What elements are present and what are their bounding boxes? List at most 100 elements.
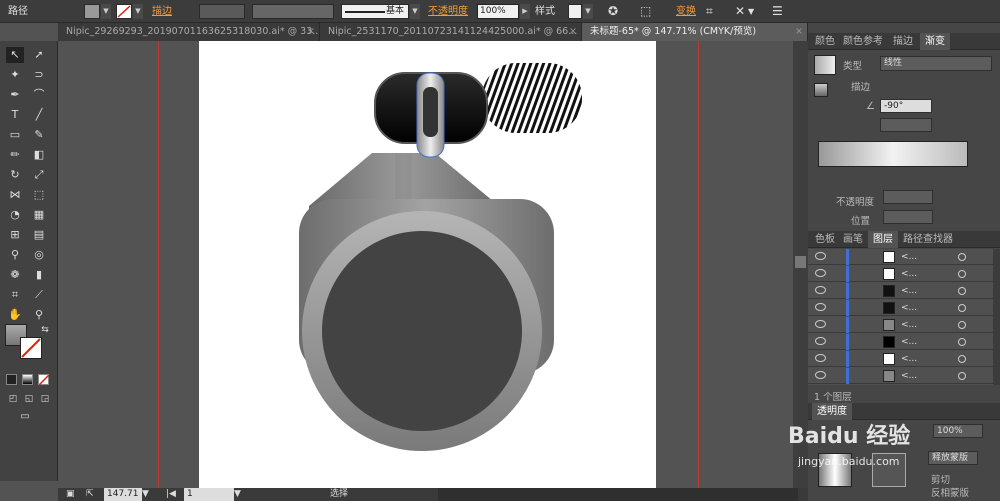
- eye-icon[interactable]: [815, 303, 826, 311]
- layer-row[interactable]: <...: [808, 266, 993, 282]
- first-artboard-icon[interactable]: |◀: [166, 488, 176, 501]
- aspect-ratio-input[interactable]: [880, 118, 932, 132]
- horizontal-scrollbar[interactable]: [438, 488, 798, 501]
- eye-icon[interactable]: [815, 252, 826, 260]
- layer-row[interactable]: <...: [808, 283, 993, 299]
- pen-tool-icon[interactable]: ✒: [6, 87, 24, 103]
- target-icon[interactable]: [958, 372, 966, 380]
- inner-face[interactable]: [322, 231, 522, 431]
- paintbrush-tool-icon[interactable]: ✎: [30, 127, 48, 143]
- rotate-tool-icon[interactable]: ↻: [6, 167, 24, 183]
- swap-fill-stroke-icon[interactable]: ⇆: [36, 322, 54, 338]
- opacity-label[interactable]: 不透明度: [428, 4, 468, 19]
- tab-pathfinder[interactable]: 路径查找器: [898, 231, 958, 248]
- direct-selection-tool-icon[interactable]: ➚: [30, 47, 48, 63]
- blend-tool-icon[interactable]: ◎: [30, 247, 48, 263]
- style-dropdown[interactable]: ▼: [583, 4, 593, 19]
- close-icon[interactable]: ×: [569, 23, 577, 41]
- gradient-preview-swatch[interactable]: [814, 55, 836, 75]
- slice-tool-icon[interactable]: ⟋: [30, 287, 48, 303]
- fill-swatch[interactable]: [84, 4, 100, 19]
- stroke-none-swatch[interactable]: [116, 4, 132, 19]
- tab-stroke[interactable]: 描边: [888, 33, 918, 50]
- layer-row[interactable]: <...: [808, 300, 993, 316]
- grill-shape[interactable]: [482, 63, 582, 133]
- target-icon[interactable]: [958, 338, 966, 346]
- target-icon[interactable]: [958, 253, 966, 261]
- magic-wand-tool-icon[interactable]: ✦: [6, 67, 24, 83]
- layer-row[interactable]: <...: [808, 368, 993, 384]
- export-icon[interactable]: ⇱: [86, 488, 94, 501]
- gradient-opacity-input[interactable]: [883, 190, 933, 204]
- tab-brushes[interactable]: 画笔: [838, 231, 868, 248]
- tab-color-guide[interactable]: 颜色参考: [838, 33, 888, 50]
- curvature-tool-icon[interactable]: ⌒: [30, 87, 48, 103]
- close-icon[interactable]: ×: [795, 23, 803, 41]
- pencil-tool-icon[interactable]: ✏: [6, 147, 24, 163]
- doc-tab-1[interactable]: Nipic_29269293_20190701163625318030.ai* …: [58, 23, 320, 41]
- tab-layers[interactable]: 图层: [868, 231, 898, 248]
- target-icon[interactable]: [958, 270, 966, 278]
- type-tool-icon[interactable]: T: [6, 107, 24, 123]
- stroke-dropdown[interactable]: ▼: [133, 4, 143, 19]
- rectangle-tool-icon[interactable]: ▭: [6, 127, 24, 143]
- doc-tab-2[interactable]: Nipic_2531170_20110723141124425000.ai* @…: [320, 23, 582, 41]
- eye-icon[interactable]: [815, 286, 826, 294]
- lasso-tool-icon[interactable]: ⊃: [30, 67, 48, 83]
- release-mask-button[interactable]: 释放蒙版: [928, 451, 978, 465]
- gradient-fill-box[interactable]: [814, 83, 828, 97]
- brush-dropdown[interactable]: ▼: [410, 4, 420, 19]
- scale-tool-icon[interactable]: ⤢: [30, 167, 48, 183]
- tab-gradient[interactable]: 渐变: [920, 33, 950, 50]
- options-dropdown-icon[interactable]: ▼: [748, 4, 754, 19]
- transparency-opacity-input[interactable]: 100%: [933, 424, 983, 438]
- none-mode-button[interactable]: [38, 374, 50, 386]
- eye-icon[interactable]: [815, 320, 826, 328]
- artboard-dropdown-icon[interactable]: ▼: [234, 488, 241, 501]
- opacity-input[interactable]: 100%: [477, 4, 519, 19]
- isolate-icon[interactable]: ⌗: [706, 4, 713, 19]
- layer-row[interactable]: <...: [808, 334, 993, 350]
- stroke-weight-input[interactable]: [199, 4, 245, 19]
- recolor-icon[interactable]: ✪: [608, 4, 618, 19]
- panel-menu-icon[interactable]: ☰: [772, 4, 783, 19]
- gradient-tool-icon[interactable]: ▤: [30, 227, 48, 243]
- artboard-number-input[interactable]: 1: [184, 488, 234, 501]
- eye-icon[interactable]: [815, 269, 826, 277]
- layer-row[interactable]: <...: [808, 351, 993, 367]
- layer-row[interactable]: <...: [808, 317, 993, 333]
- zoom-tool-icon[interactable]: ⚲: [30, 307, 48, 323]
- fill-dropdown[interactable]: ▼: [101, 4, 111, 19]
- perspective-grid-tool-icon[interactable]: ▦: [30, 207, 48, 223]
- selection-tool-icon[interactable]: ↖: [6, 47, 24, 63]
- artboard-tool-icon[interactable]: ⌗: [6, 287, 24, 303]
- draw-inside-icon[interactable]: ◲: [36, 391, 54, 407]
- free-transform-tool-icon[interactable]: ⬚: [30, 187, 48, 203]
- align-icon[interactable]: ⬚: [640, 4, 651, 19]
- color-mode-button[interactable]: [6, 374, 17, 385]
- target-icon[interactable]: [958, 287, 966, 295]
- stroke-label[interactable]: 描边: [152, 4, 172, 19]
- shape-builder-tool-icon[interactable]: ◔: [6, 207, 24, 223]
- symbol-sprayer-tool-icon[interactable]: ❁: [6, 267, 24, 283]
- eye-icon[interactable]: [815, 337, 826, 345]
- brush-definition-select[interactable]: 基本: [341, 4, 409, 19]
- gradient-type-select[interactable]: 线性: [880, 56, 992, 71]
- line-tool-icon[interactable]: ╱: [30, 107, 48, 123]
- gradient-mode-button[interactable]: [22, 374, 33, 385]
- layer-row[interactable]: <...: [808, 249, 993, 265]
- artboard-nav-icon[interactable]: ▣: [66, 488, 75, 501]
- close-icon[interactable]: ×: [307, 23, 315, 41]
- tab-color[interactable]: 颜色: [810, 33, 840, 50]
- options-icon[interactable]: ✕: [735, 4, 745, 19]
- artboard[interactable]: [199, 41, 656, 488]
- angle-input[interactable]: -90°: [880, 99, 932, 113]
- tab-swatches[interactable]: 色板: [810, 231, 840, 248]
- scrollbar-thumb[interactable]: [795, 256, 806, 268]
- doc-tab-3[interactable]: 未标题-65* @ 147.71% (CMYK/预览) ×: [582, 23, 808, 41]
- clip-checkbox-label[interactable]: 剪切: [931, 472, 950, 486]
- invert-mask-checkbox-label[interactable]: 反相蒙版: [931, 485, 969, 499]
- eyedropper-tool-icon[interactable]: ⚲: [6, 247, 24, 263]
- target-icon[interactable]: [958, 355, 966, 363]
- gradient-slider[interactable]: [818, 141, 968, 167]
